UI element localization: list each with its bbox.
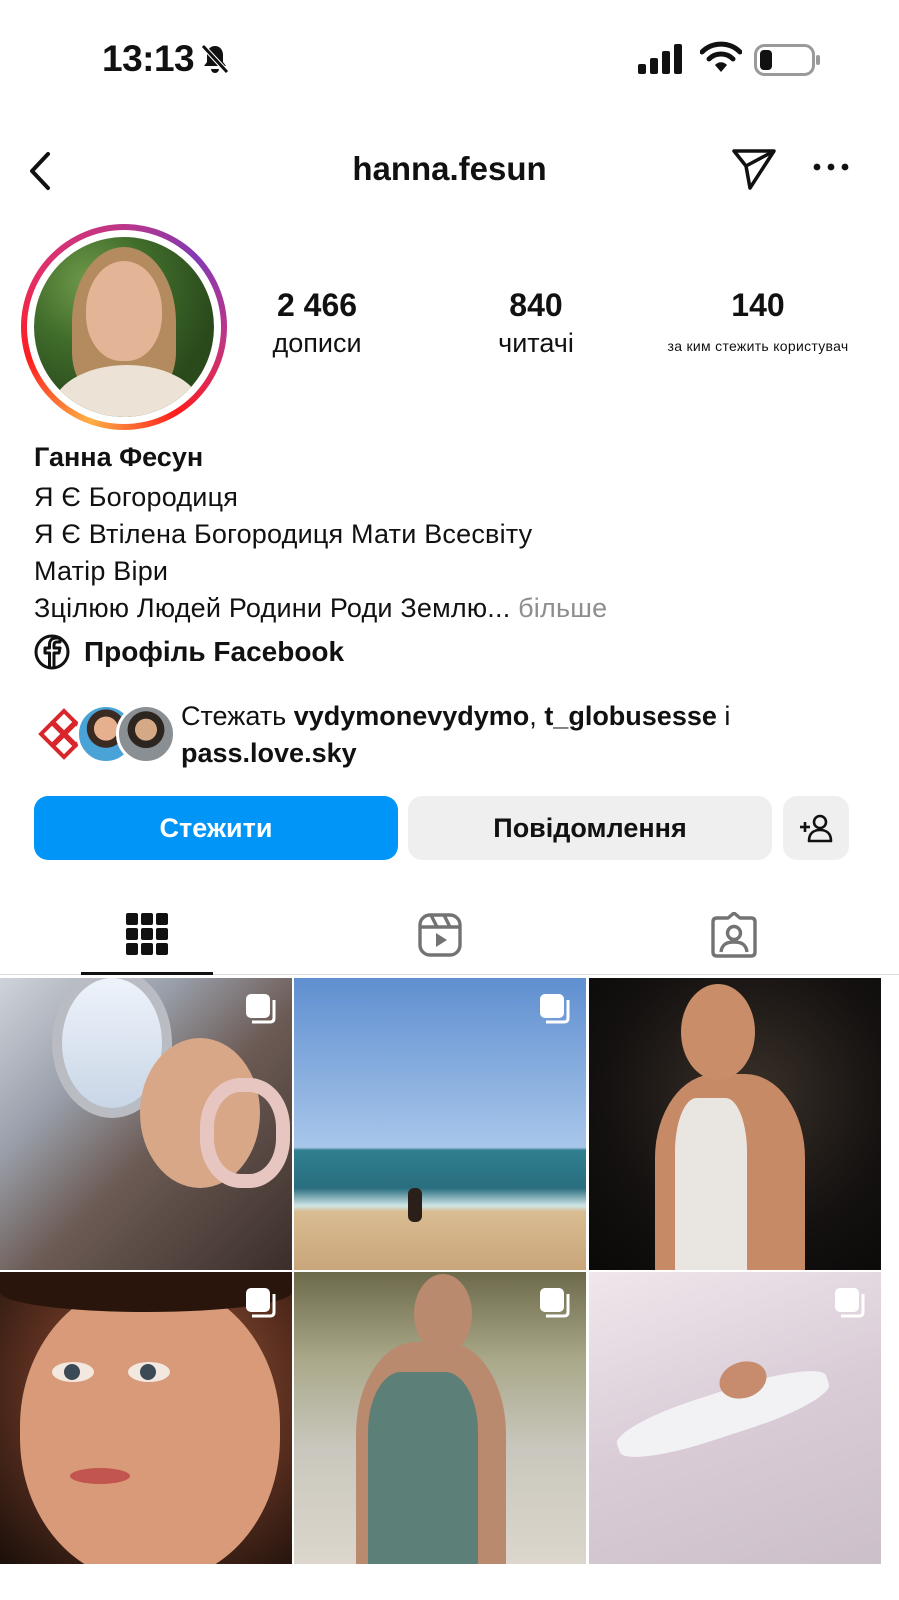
reels-icon xyxy=(418,913,462,957)
followed-by-prefix: Стежать xyxy=(181,701,294,731)
post-image-content xyxy=(20,1282,280,1564)
bio-more-link[interactable]: більше xyxy=(518,593,607,623)
post-image-content xyxy=(52,1362,94,1382)
profile-header: hanna.fesun xyxy=(0,130,899,210)
followed-by-separator: , xyxy=(529,701,545,731)
followed-by-user[interactable]: pass.love.sky xyxy=(181,738,357,768)
followed-by-conjunction: і xyxy=(716,701,731,731)
multiple-photos-icon xyxy=(246,994,276,1024)
bio-line-text: Зцілюю Людей Родини Роди Землю... xyxy=(34,593,511,623)
stat-following-label: за ким стежить користувач xyxy=(667,338,849,354)
post-thumbnail[interactable] xyxy=(589,1272,881,1564)
profile-bio: Ганна Фесун Я Є Богородиця Я Є Втілена Б… xyxy=(34,442,874,630)
bio-line-last: Зцілюю Людей Родини Роди Землю... більше xyxy=(34,593,874,630)
stat-followers[interactable]: 840 читачі xyxy=(476,287,596,359)
bio-line: Матір Віри xyxy=(34,556,169,586)
stat-posts-label: дописи xyxy=(272,328,362,358)
stat-posts-value: 2 466 xyxy=(276,287,358,323)
post-image-content xyxy=(200,1078,290,1188)
status-time: 13:13 xyxy=(102,38,195,79)
send-icon[interactable] xyxy=(730,146,778,192)
posts-grid xyxy=(0,978,899,1600)
post-thumbnail[interactable] xyxy=(0,1272,292,1564)
stat-following[interactable]: 140 за ким стежить користувач xyxy=(650,287,866,354)
avatar xyxy=(34,237,214,417)
profile-tabs xyxy=(0,895,899,975)
followed-by-user[interactable]: t_globusesse xyxy=(544,701,717,731)
stat-posts[interactable]: 2 466 дописи xyxy=(256,287,378,359)
tagged-icon xyxy=(711,912,757,958)
multiple-photos-icon xyxy=(246,1288,276,1318)
profile-full-name: Ганна Фесун xyxy=(34,442,204,472)
stat-following-value: 140 xyxy=(731,287,785,323)
cellular-signal-icon xyxy=(638,44,682,74)
post-image-content xyxy=(408,1188,422,1222)
followed-by-user[interactable]: vydymonevydymo xyxy=(294,701,530,731)
post-image-content xyxy=(681,984,755,1080)
suggested-users-button[interactable] xyxy=(783,796,849,860)
post-thumbnail[interactable] xyxy=(589,978,881,1270)
multiple-photos-icon xyxy=(540,994,570,1024)
facebook-icon xyxy=(34,634,70,670)
bio-line: Я Є Втілена Богородиця Мати Всесвіту xyxy=(34,519,533,549)
bell-slash-icon xyxy=(201,44,229,74)
post-thumbnail[interactable] xyxy=(0,978,292,1270)
post-image-content xyxy=(675,1098,747,1270)
profile-avatar-story-ring[interactable] xyxy=(21,224,227,430)
more-icon[interactable] xyxy=(812,160,850,174)
multiple-photos-icon xyxy=(540,1288,570,1318)
tab-reels[interactable] xyxy=(374,895,506,975)
stat-followers-label: читачі xyxy=(498,328,574,358)
battery-icon xyxy=(754,44,820,76)
avatar-face xyxy=(86,261,162,361)
follower-avatar xyxy=(116,704,176,764)
follow-button[interactable]: Стежити xyxy=(34,796,398,860)
post-thumbnail[interactable] xyxy=(294,978,586,1270)
wifi-icon xyxy=(700,41,742,72)
tab-tagged[interactable] xyxy=(668,895,800,975)
post-image-content xyxy=(414,1274,472,1354)
grid-icon xyxy=(126,912,168,955)
facebook-profile-label: Профіль Facebook xyxy=(84,636,345,667)
post-image-content xyxy=(128,1362,170,1382)
facebook-profile-link[interactable]: Профіль Facebook xyxy=(34,632,344,672)
avatar-body xyxy=(52,365,202,417)
followed-by[interactable]: Стежать vydymonevydymo, t_globusesse і pa… xyxy=(34,694,874,774)
bio-line: Я Є Богородиця xyxy=(34,482,239,512)
stat-followers-value: 840 xyxy=(509,287,563,323)
tab-posts-grid[interactable] xyxy=(81,895,213,975)
multiple-photos-icon xyxy=(835,1288,865,1318)
avatar-border xyxy=(27,230,221,424)
message-button[interactable]: Повідомлення xyxy=(408,796,772,860)
post-image-content xyxy=(368,1372,478,1564)
status-bar: 13:13 xyxy=(0,0,899,120)
add-user-icon xyxy=(800,814,833,843)
post-thumbnail[interactable] xyxy=(294,1272,586,1564)
followed-by-text: Стежать vydymonevydymo, t_globusesse і pa… xyxy=(181,698,871,772)
post-image-content xyxy=(70,1468,130,1484)
